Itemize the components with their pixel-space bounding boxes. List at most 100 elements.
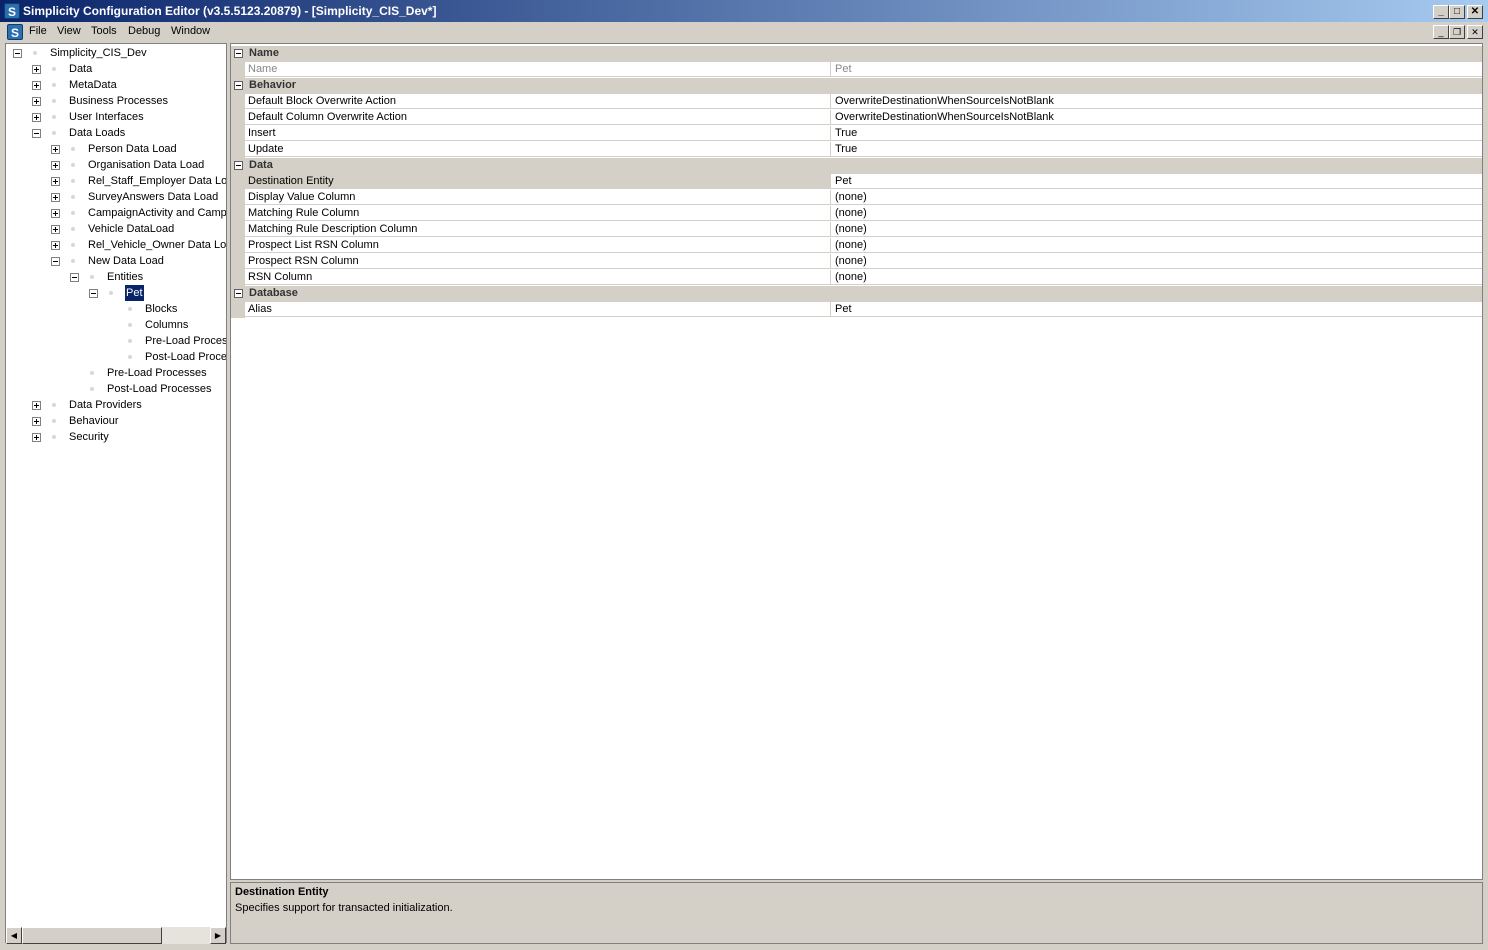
expand-icon[interactable] [51, 193, 60, 202]
close-button[interactable]: ✕ [1467, 5, 1483, 19]
property-grid[interactable]: Name Name Pet Behavior Default Block Overwri… [230, 43, 1483, 880]
tree-node[interactable]: Simplicity_CIS_Dev [6, 45, 226, 61]
maximize-button[interactable]: □ [1449, 5, 1465, 19]
tree-node[interactable]: Data [6, 61, 226, 77]
expand-icon[interactable] [32, 417, 41, 426]
tree-node-label[interactable]: CampaignActivity and Campaign [87, 205, 226, 221]
collapse-icon[interactable] [51, 257, 60, 266]
tree-node[interactable]: Columns [6, 317, 226, 333]
tree-node[interactable]: CampaignActivity and Campaign [6, 205, 226, 221]
collapse-icon[interactable] [234, 161, 243, 170]
collapse-icon[interactable] [234, 49, 243, 58]
tree-node[interactable]: Behaviour [6, 413, 226, 429]
tree-node-label[interactable]: Data [68, 61, 93, 77]
property-value[interactable]: (none) [831, 206, 1482, 221]
tree-node-label[interactable]: Simplicity_CIS_Dev [49, 45, 148, 61]
expand-icon[interactable] [32, 433, 41, 442]
property-row[interactable]: Matching Rule Description Column (none) [231, 222, 1482, 238]
property-category[interactable]: Behavior [231, 78, 1482, 94]
expand-icon[interactable] [51, 225, 60, 234]
property-name[interactable]: Prospect List RSN Column [245, 238, 831, 253]
property-value[interactable]: True [831, 142, 1482, 157]
document-icon[interactable]: S [7, 24, 23, 40]
property-value[interactable]: (none) [831, 238, 1482, 253]
tree-node-label[interactable]: MetaData [68, 77, 118, 93]
menu-file[interactable]: File [29, 25, 47, 37]
tree-node[interactable]: Person Data Load [6, 141, 226, 157]
property-value[interactable]: (none) [831, 222, 1482, 237]
tree-node[interactable]: Entities [6, 269, 226, 285]
tree-node-label[interactable]: Behaviour [68, 413, 120, 429]
tree-node-label[interactable]: Columns [144, 317, 189, 333]
property-category[interactable]: Data [231, 158, 1482, 174]
tree-node-label[interactable]: Rel_Vehicle_Owner Data Load [87, 237, 226, 253]
property-value[interactable]: Pet [831, 62, 1482, 77]
expand-icon[interactable] [51, 177, 60, 186]
tree-node[interactable]: Pet [6, 284, 226, 302]
property-name[interactable]: Update [245, 142, 831, 157]
tree-node-label[interactable]: Vehicle DataLoad [87, 221, 175, 237]
collapse-icon[interactable] [234, 289, 243, 298]
property-value[interactable]: (none) [831, 190, 1482, 205]
tree-node[interactable]: Business Processes [6, 93, 226, 109]
property-name[interactable]: Alias [245, 302, 831, 317]
tree-node-label[interactable]: Blocks [144, 301, 178, 317]
property-name[interactable]: Matching Rule Column [245, 206, 831, 221]
tree-node-label[interactable]: SurveyAnswers Data Load [87, 189, 219, 205]
property-category[interactable]: Name [231, 46, 1482, 62]
property-name[interactable]: Matching Rule Description Column [245, 222, 831, 237]
property-name[interactable]: Default Column Overwrite Action [245, 110, 831, 125]
tree-node-label[interactable]: Business Processes [68, 93, 169, 109]
property-row[interactable]: Insert True [231, 126, 1482, 142]
property-value[interactable]: OverwriteDestinationWhenSourceIsNotBlank [831, 110, 1482, 125]
property-value[interactable]: Pet [831, 302, 1482, 317]
navigation-tree[interactable]: Simplicity_CIS_Dev Data MetaData Business P… [5, 43, 227, 943]
tree-node[interactable]: Security [6, 429, 226, 445]
tree-node-label[interactable]: Pet [124, 284, 145, 302]
collapse-icon[interactable] [89, 289, 98, 298]
property-row[interactable]: Default Block Overwrite Action OverwriteD… [231, 94, 1482, 110]
expand-icon[interactable] [32, 401, 41, 410]
tree-node-label[interactable]: Pre-Load Processes [106, 365, 208, 381]
property-value[interactable]: True [831, 126, 1482, 141]
tree-node[interactable]: Blocks [6, 301, 226, 317]
tree-node-label[interactable]: Pre-Load Processes [144, 333, 226, 349]
property-category[interactable]: Database [231, 286, 1482, 302]
tree-node[interactable]: User Interfaces [6, 109, 226, 125]
tree-node-label[interactable]: Post-Load Processes [144, 349, 226, 365]
tree-node-label[interactable]: Rel_Staff_Employer Data Load [87, 173, 226, 189]
mdi-minimize-button[interactable]: _ [1433, 25, 1449, 39]
property-row[interactable]: Destination Entity Pet [231, 174, 1482, 190]
scrollbar-thumb[interactable] [22, 927, 162, 944]
tree-node[interactable]: Post-Load Processes [6, 381, 226, 397]
expand-icon[interactable] [51, 145, 60, 154]
tree-horizontal-scrollbar[interactable]: ◀ ▶ [6, 927, 226, 944]
collapse-icon[interactable] [13, 49, 22, 58]
property-row[interactable]: Update True [231, 142, 1482, 158]
tree-node[interactable]: Rel_Vehicle_Owner Data Load [6, 237, 226, 253]
property-row[interactable]: Display Value Column (none) [231, 190, 1482, 206]
property-value[interactable]: (none) [831, 270, 1482, 285]
expand-icon[interactable] [32, 97, 41, 106]
mdi-restore-button[interactable]: ❐ [1449, 25, 1465, 39]
expand-icon[interactable] [51, 241, 60, 250]
property-value[interactable]: OverwriteDestinationWhenSourceIsNotBlank [831, 94, 1482, 109]
menu-view[interactable]: View [57, 25, 81, 37]
expand-icon[interactable] [51, 209, 60, 218]
menu-debug[interactable]: Debug [128, 25, 160, 37]
tree-node[interactable]: Pre-Load Processes [6, 365, 226, 381]
tree-node[interactable]: New Data Load [6, 253, 226, 269]
property-row[interactable]: Alias Pet [231, 302, 1482, 318]
property-row[interactable]: Matching Rule Column (none) [231, 206, 1482, 222]
scroll-right-icon[interactable]: ▶ [210, 927, 226, 944]
property-name[interactable]: Name [245, 62, 831, 77]
tree-node-label[interactable]: Data Loads [68, 125, 126, 141]
collapse-icon[interactable] [234, 81, 243, 90]
property-row[interactable]: Default Column Overwrite Action Overwrite… [231, 110, 1482, 126]
expand-icon[interactable] [51, 161, 60, 170]
property-row[interactable]: Name Pet [231, 62, 1482, 78]
collapse-icon[interactable] [32, 129, 41, 138]
tree-node[interactable]: Data Providers [6, 397, 226, 413]
property-name[interactable]: Destination Entity [245, 174, 831, 189]
tree-node[interactable]: Organisation Data Load [6, 157, 226, 173]
